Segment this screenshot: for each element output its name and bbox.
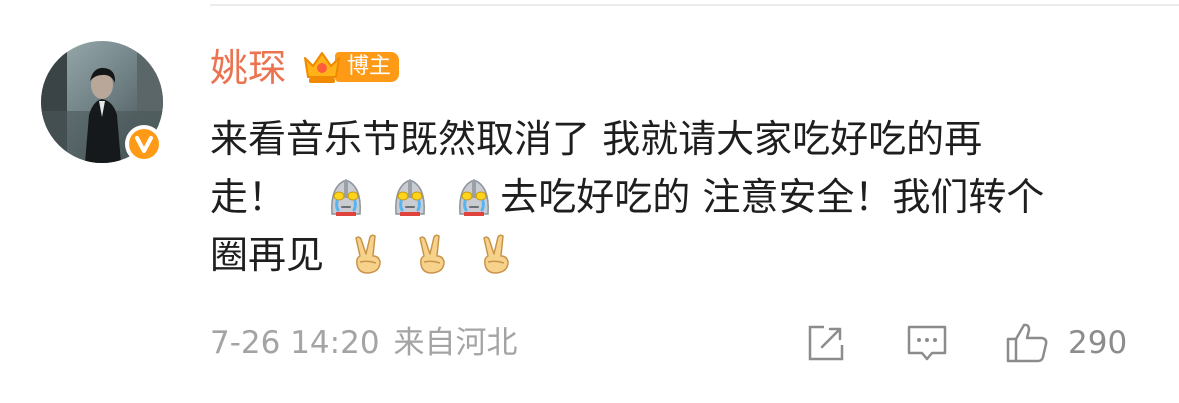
like-button[interactable]: 290 — [1004, 321, 1127, 365]
reply-button[interactable] — [904, 321, 950, 365]
verified-badge-icon — [125, 125, 163, 163]
top-divider — [210, 4, 1179, 6]
ultraman-crying-emoji-icon — [395, 179, 426, 216]
comment-line-3: 圈再见 — [210, 233, 325, 277]
avatar[interactable] — [41, 41, 167, 167]
comment-source: 来自河北 — [393, 325, 518, 361]
victory-hand-emoji-icon — [419, 234, 445, 274]
crown-icon — [304, 52, 340, 83]
share-icon — [808, 325, 844, 361]
comment-line-2-end: 去吃好吃的 注意安全！我们转个 — [500, 175, 1045, 219]
comment-line-2-start: 走！ — [210, 175, 287, 219]
thumbs-up-icon — [1006, 323, 1048, 363]
comment-date: 7-26 14:20 — [210, 325, 380, 361]
like-count: 290 — [1068, 325, 1128, 361]
ultraman-crying-emoji-icon — [459, 179, 490, 216]
comment-line-1: 来看音乐节既然取消了 我就请大家吃好吃的再 — [210, 117, 983, 161]
blogger-badge-label: 博主 — [335, 52, 400, 82]
victory-hand-emoji-icon — [483, 234, 510, 274]
blogger-badge: 博主 — [301, 46, 400, 88]
victory-hand-emoji-icon — [355, 234, 381, 274]
comment-text: 来看音乐节既然取消了 我就请大家吃好吃的再 走！ 去吃好吃的 注意安全！我们转个… — [210, 110, 1150, 284]
comment-icon — [907, 325, 947, 361]
comment-meta: 7-26 14:20 来自河北 — [210, 321, 518, 365]
ultraman-crying-emoji-icon — [331, 179, 362, 216]
author-name[interactable]: 姚琛 — [210, 46, 286, 90]
share-button[interactable] — [804, 321, 848, 365]
